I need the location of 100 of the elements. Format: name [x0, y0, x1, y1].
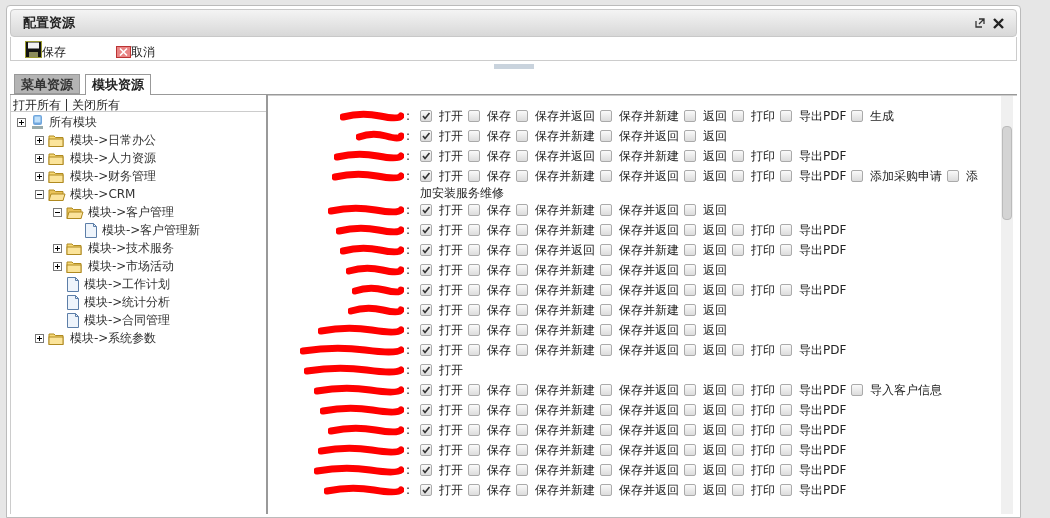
checkbox-label[interactable]: 保存 [487, 203, 511, 217]
checkbox[interactable] [420, 130, 432, 142]
checkbox-label[interactable]: 打开 [439, 243, 463, 257]
checkbox[interactable] [732, 224, 744, 236]
checkbox-label[interactable]: 返回 [703, 129, 727, 143]
checkbox-label[interactable]: 导出PDF [799, 343, 847, 357]
checkbox-label[interactable]: 保存 [487, 403, 511, 417]
checkbox[interactable] [516, 304, 528, 316]
expand-toggle-icon[interactable] [53, 261, 62, 271]
checkbox[interactable] [420, 424, 432, 436]
checkbox-label[interactable]: 导出PDF [799, 443, 847, 457]
checkbox[interactable] [468, 464, 480, 476]
checkbox[interactable] [468, 244, 480, 256]
checkbox-label[interactable]: 返回 [703, 343, 727, 357]
checkbox[interactable] [420, 464, 432, 476]
checkbox-label[interactable]: 保存 [487, 383, 511, 397]
checkbox-label[interactable]: 打印 [751, 109, 775, 123]
checkbox-label[interactable]: 返回 [703, 303, 727, 317]
checkbox-label[interactable]: 打开 [439, 403, 463, 417]
checkbox-label[interactable]: 保存 [487, 443, 511, 457]
checkbox[interactable] [780, 150, 792, 162]
checkbox[interactable] [780, 344, 792, 356]
checkbox-label[interactable]: 打印 [751, 463, 775, 477]
checkbox[interactable] [684, 150, 696, 162]
tree-item[interactable]: 模块->财务管理 [70, 167, 157, 185]
checkbox-label[interactable]: 保存 [487, 303, 511, 317]
checkbox-label[interactable]: 保存 [487, 109, 511, 123]
tree-item[interactable]: 模块->系统参数 [70, 329, 157, 347]
checkbox-label[interactable]: 打开 [439, 223, 463, 237]
checkbox[interactable] [684, 384, 696, 396]
checkbox-label[interactable]: 保存并新建 [535, 223, 595, 237]
checkbox-label[interactable]: 保存 [487, 423, 511, 437]
checkbox-label[interactable]: 保存 [487, 243, 511, 257]
checkbox[interactable] [600, 244, 612, 256]
checkbox[interactable] [851, 170, 864, 182]
checkbox[interactable] [732, 484, 744, 496]
checkbox-label[interactable]: 打开 [439, 109, 463, 123]
checkbox[interactable] [780, 284, 792, 296]
checkbox-label[interactable]: 返回 [703, 169, 727, 183]
checkbox[interactable] [684, 404, 696, 416]
checkbox[interactable] [468, 324, 480, 336]
checkbox[interactable] [468, 404, 480, 416]
checkbox[interactable] [684, 110, 696, 122]
checkbox[interactable] [600, 264, 612, 276]
checkbox-label[interactable]: 保存并新建 [619, 149, 679, 163]
checkbox[interactable] [468, 110, 480, 122]
tab[interactable]: 菜单资源 [14, 74, 80, 94]
checkbox[interactable] [468, 444, 480, 456]
checkbox-label[interactable]: 保存并新建 [535, 303, 595, 317]
checkbox[interactable] [516, 444, 528, 456]
checkbox[interactable] [468, 344, 480, 356]
checkbox[interactable] [600, 150, 612, 162]
tree-item[interactable]: 模块->日常办公 [70, 131, 157, 149]
popout-icon[interactable] [975, 18, 985, 28]
checkbox[interactable] [516, 344, 528, 356]
checkbox[interactable] [468, 284, 480, 296]
checkbox[interactable] [600, 404, 612, 416]
checkbox-label[interactable]: 返回 [703, 423, 727, 437]
checkbox[interactable] [420, 484, 432, 496]
expand-toggle-icon[interactable] [35, 171, 44, 181]
tree-item[interactable]: 模块->技术服务 [88, 239, 175, 257]
checkbox[interactable] [732, 424, 744, 436]
scrollbar-thumb[interactable] [1002, 126, 1012, 220]
checkbox-label[interactable]: 返回 [703, 203, 727, 217]
checkbox-label[interactable]: 打印 [751, 423, 775, 437]
checkbox-label[interactable]: 打开 [439, 263, 463, 277]
checkbox[interactable] [516, 384, 528, 396]
collapse-toggle-icon[interactable] [53, 207, 62, 217]
checkbox-label[interactable]: 打开 [439, 323, 463, 337]
checkbox[interactable] [600, 464, 612, 476]
checkbox[interactable] [516, 130, 528, 142]
checkbox[interactable] [600, 204, 612, 216]
checkbox[interactable] [732, 344, 744, 356]
checkbox[interactable] [420, 264, 432, 276]
checkbox[interactable] [684, 284, 696, 296]
checkbox-label[interactable]: 打开 [439, 203, 463, 217]
checkbox-label[interactable]: 保存并新建 [619, 109, 679, 123]
checkbox[interactable] [516, 244, 528, 256]
checkbox[interactable] [468, 204, 480, 216]
checkbox-label[interactable]: 打开 [439, 303, 463, 317]
tree-item[interactable]: 模块->客户管理新 [102, 221, 201, 239]
checkbox[interactable] [684, 130, 696, 142]
checkbox[interactable] [684, 244, 696, 256]
checkbox[interactable] [420, 304, 432, 316]
checkbox[interactable] [732, 110, 744, 122]
cancel-button[interactable]: 取消 [116, 45, 155, 60]
checkbox[interactable] [420, 170, 432, 182]
checkbox-label[interactable]: 添加采购申请 [870, 169, 943, 183]
close-icon[interactable] [993, 17, 1004, 29]
checkbox-label[interactable]: 保存并返回 [619, 343, 679, 357]
checkbox-label[interactable]: 保存 [487, 283, 511, 297]
checkbox-label[interactable]: 返回 [703, 149, 727, 163]
checkbox[interactable] [851, 384, 864, 396]
checkbox-label[interactable]: 导出PDF [799, 243, 847, 257]
checkbox-label[interactable]: 保存并新建 [535, 343, 595, 357]
checkbox[interactable] [468, 264, 480, 276]
checkbox-label[interactable]: 返回 [703, 223, 727, 237]
checkbox[interactable] [600, 484, 612, 496]
checkbox-label[interactable]: 打印 [751, 283, 775, 297]
checkbox[interactable] [420, 364, 432, 376]
